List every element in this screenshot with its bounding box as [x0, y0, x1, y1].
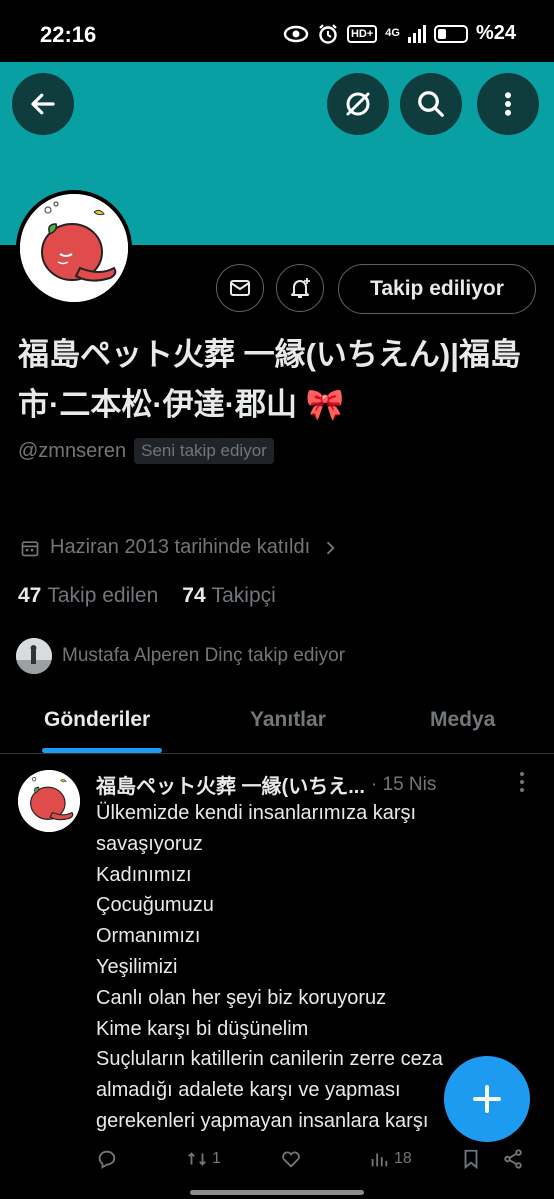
profile-tabs: Gönderiler Yanıtlar Medya [0, 690, 554, 754]
follower-avatar [16, 638, 52, 674]
active-tab-indicator [42, 748, 162, 753]
handle-row: @zmnseren Seni takip ediyor [18, 438, 274, 464]
search-icon [418, 91, 444, 117]
tweet-line: Kime karşı bi düşünelim [96, 1017, 309, 1040]
home-indicator[interactable] [190, 1190, 364, 1195]
more-vertical-icon [505, 92, 511, 116]
repost-icon [188, 1152, 206, 1166]
following-count-link[interactable]: 47 Takip edilen [18, 584, 158, 608]
signal-icon [407, 24, 426, 43]
profile-avatar[interactable] [16, 190, 132, 306]
follows-you-badge: Seni takip ediyor [134, 438, 274, 464]
share-button[interactable] [502, 1148, 524, 1170]
mail-icon [230, 280, 250, 296]
followed-by-text: Mustafa Alperen Dinç takip ediyor [62, 645, 346, 666]
message-button[interactable] [216, 264, 264, 312]
tweet-line: Ormanımızı [96, 925, 201, 948]
search-button[interactable] [400, 73, 462, 135]
mascot-image [20, 194, 128, 302]
plus-icon [473, 1085, 501, 1113]
eye-icon [283, 25, 309, 42]
bookmark-button[interactable] [460, 1148, 482, 1170]
mute-button[interactable] [327, 73, 389, 135]
network-badge: HD+ [346, 24, 378, 43]
status-icons: HD+ 4G %24 [283, 22, 516, 45]
bookmark-icon [464, 1149, 478, 1170]
tweet-avatar[interactable] [18, 770, 80, 832]
tweet-date[interactable]: · 15 Nis [371, 774, 436, 796]
tweet-header: 福島ペット火葬 一縁(いちえ... · 15 Nis [96, 770, 536, 799]
reply-button[interactable] [96, 1148, 118, 1170]
heart-icon [282, 1151, 300, 1168]
tweet-line: Ülkemizde kendi insanlarımıza karşı [96, 802, 417, 824]
tweet-line: Çocuğumuzu [96, 894, 214, 917]
tab-posts[interactable]: Gönderiler [44, 708, 150, 732]
tab-media[interactable]: Medya [430, 708, 495, 732]
tweet-line: Canlı olan her şeyi biz koruyoruz [96, 986, 387, 1009]
alarm-icon [319, 23, 337, 44]
more-vertical-icon[interactable] [512, 770, 532, 794]
user-handle: @zmnseren [18, 439, 127, 462]
status-bar: 22:16 HD+ 4G %24 [0, 0, 554, 62]
joined-row[interactable]: Haziran 2013 tarihinde katıldı [20, 536, 340, 559]
display-name: 福島ペット火葬 一縁(いちえん)|福島市·二本松·伊達·郡山 🎀 [18, 337, 521, 422]
following-count: 47 [18, 584, 42, 607]
chevron-right-icon [327, 541, 335, 554]
battery-percent: %24 [475, 22, 516, 44]
tweet-line: Yeşilimizi [96, 955, 178, 978]
tweet-author[interactable]: 福島ペット火葬 一縁(いちえ... [96, 770, 365, 799]
joined-date: Haziran 2013 tarihinde katıldı [50, 536, 311, 558]
mascot-image [18, 770, 80, 832]
compose-button[interactable] [444, 1056, 530, 1142]
like-button[interactable] [280, 1148, 302, 1170]
bar-chart-icon [371, 1153, 388, 1167]
follower-avatar-image [16, 638, 52, 674]
share-icon [504, 1149, 522, 1169]
follow-counts: 47 Takip edilen 74 Takipçi [18, 584, 276, 608]
followers-count-link[interactable]: 74 Takipçi [182, 584, 276, 608]
following-label: Takip edilen [47, 584, 159, 607]
arrow-left-icon [31, 93, 55, 115]
followers-label: Takipçi [211, 584, 276, 607]
repost-button[interactable]: 1 [186, 1148, 221, 1170]
network-gen: 4G [385, 27, 400, 39]
followed-by-row[interactable]: Mustafa Alperen Dinç takip ediyor [16, 638, 345, 674]
notify-button[interactable] [276, 264, 324, 312]
reply-icon [98, 1150, 116, 1169]
status-time: 22:16 [40, 22, 97, 47]
tab-replies[interactable]: Yanıtlar [250, 708, 326, 732]
calendar-icon [21, 540, 39, 556]
tweet-actions: 1 18 [96, 1148, 536, 1172]
views-button[interactable]: 18 [368, 1148, 412, 1170]
repost-count: 1 [212, 1150, 221, 1167]
tweet-line: Kadınımızı [96, 863, 192, 886]
tweet-line: savaşıyoruz [96, 832, 203, 855]
back-button[interactable] [12, 73, 74, 135]
followers-count: 74 [182, 584, 206, 607]
views-count: 18 [394, 1150, 412, 1167]
more-button[interactable] [477, 73, 539, 135]
battery-icon [433, 24, 468, 43]
bell-plus-icon [291, 278, 310, 298]
circle-slash-icon [346, 92, 370, 116]
following-button[interactable]: Takip ediliyor [338, 264, 536, 314]
